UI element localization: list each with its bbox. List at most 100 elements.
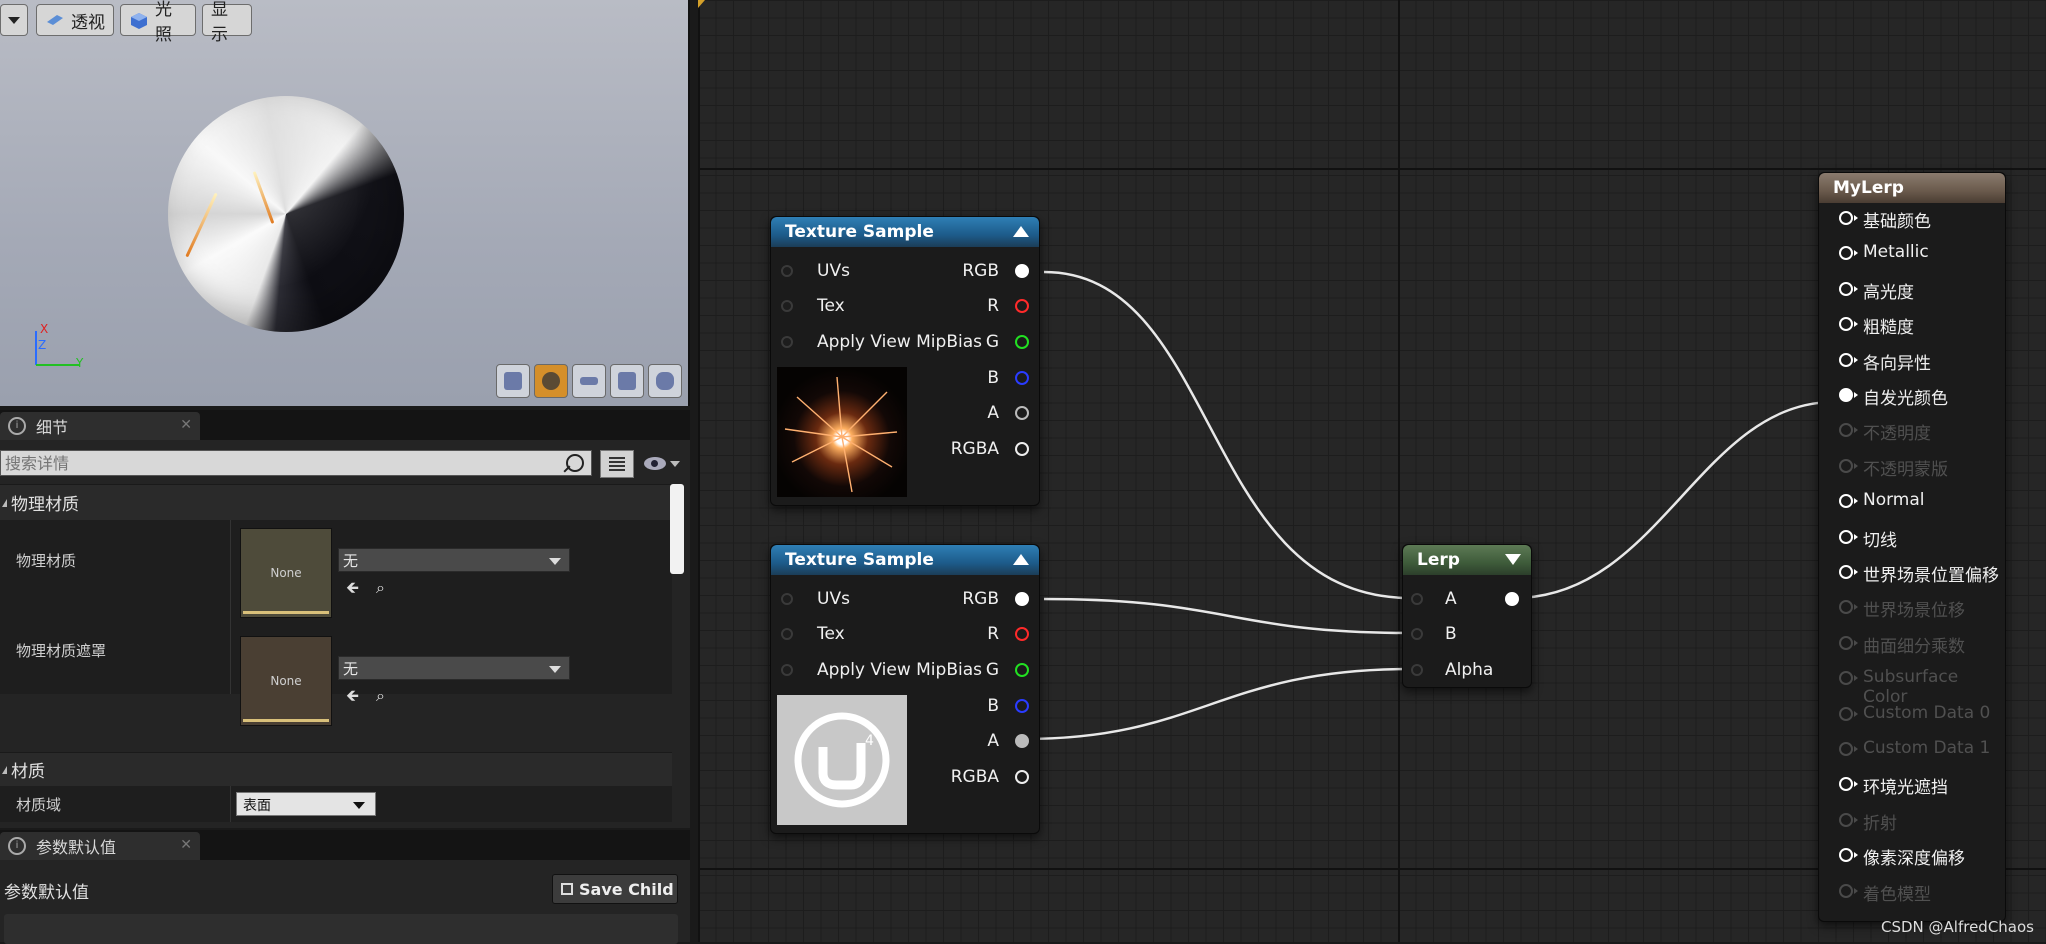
texture-sample-node-2[interactable]: Texture Sample UVs Tex Apply View MipBia…	[770, 544, 1040, 834]
axis-y-label: Y	[76, 356, 84, 370]
details-scrollbar[interactable]	[670, 484, 684, 574]
pin-label: RGB	[962, 589, 999, 609]
pin-icon	[1411, 664, 1423, 676]
input-pin-mipbias[interactable]: Apply View MipBias	[781, 660, 982, 680]
search-icon[interactable]	[566, 454, 584, 472]
viewport-options-dropdown[interactable]	[0, 4, 28, 36]
collapse-node-icon[interactable]	[1013, 554, 1029, 565]
view-options-button[interactable]	[640, 450, 686, 478]
output-pin-r[interactable]: R	[949, 296, 1029, 316]
perspective-button[interactable]: 透视	[36, 4, 114, 36]
result-pin-icon[interactable]	[1839, 352, 1858, 367]
result-pin-icon[interactable]	[1839, 458, 1858, 473]
params-tab[interactable]: i 参数默认值 ✕	[0, 832, 200, 860]
pin-icon	[1411, 628, 1423, 640]
result-pin-label: 粗糙度	[1863, 318, 1914, 339]
material-result-node[interactable]: MyLerp 基础颜色 Metallic 高光度 粗糙度 各向异性 自发光颜色 不透明度 不透…	[1818, 172, 2006, 922]
output-pin-r[interactable]: R	[949, 624, 1029, 644]
collapse-node-icon[interactable]	[1013, 226, 1029, 237]
details-search-input[interactable]	[0, 450, 592, 476]
output-pin-a[interactable]: A	[949, 403, 1029, 423]
output-pin-rgba[interactable]: RGBA	[949, 439, 1029, 459]
node-header[interactable]: Texture Sample	[771, 217, 1039, 247]
node-header[interactable]: Texture Sample	[771, 545, 1039, 575]
prop-row-phys-mask: 物理材质遮罩	[0, 604, 672, 694]
plane-preview-button[interactable]	[572, 364, 606, 398]
result-pin-icon[interactable]	[1839, 600, 1858, 615]
material-domain-combo[interactable]: 表面	[236, 792, 376, 816]
result-pin-icon[interactable]	[1839, 848, 1858, 863]
output-pin-b[interactable]: B	[949, 696, 1029, 716]
input-pin-a[interactable]: A	[1411, 589, 1521, 609]
result-pin-icon[interactable]	[1839, 706, 1858, 721]
lighting-button[interactable]: 光照	[120, 0, 196, 45]
result-pin-icon[interactable]	[1839, 565, 1858, 579]
browse-search-icon[interactable]: ⌕	[376, 580, 392, 596]
section-physical-material[interactable]: 物理材质	[0, 484, 672, 520]
output-pin-rgb[interactable]: RGB	[949, 261, 1029, 281]
result-pin-icon[interactable]	[1839, 812, 1858, 827]
input-pin-mipbias[interactable]: Apply View MipBias	[781, 332, 982, 352]
prop-label: 物理材质遮罩	[16, 642, 107, 660]
svg-text:4: 4	[865, 733, 874, 749]
use-selected-arrow-icon[interactable]: 🡸	[346, 688, 362, 704]
output-pin-b[interactable]: B	[949, 368, 1029, 388]
close-icon[interactable]: ✕	[180, 837, 192, 853]
cube-preview-button[interactable]	[610, 364, 644, 398]
asset-picker-combo[interactable]: 无	[338, 548, 570, 572]
node-title: Lerp	[1417, 550, 1460, 570]
result-pin-icon[interactable]	[1839, 317, 1858, 332]
close-icon[interactable]: ✕	[180, 417, 192, 433]
pin-icon	[1015, 734, 1029, 748]
material-preview-viewport[interactable]: 透视 光照 显示 X Z Y	[0, 0, 690, 406]
property-matrix-button[interactable]	[600, 450, 634, 478]
output-pin-g[interactable]: G	[949, 660, 1029, 680]
result-pin-icon[interactable]	[1839, 742, 1858, 756]
asset-picker-combo[interactable]: 无	[338, 656, 570, 680]
section-title: 材质	[11, 762, 45, 782]
result-pin-icon[interactable]	[1839, 635, 1858, 650]
output-pin-icon[interactable]	[1505, 592, 1519, 606]
node-title: Texture Sample	[785, 222, 934, 242]
asset-thumbnail[interactable]: None	[240, 636, 332, 726]
perspective-icon	[45, 12, 65, 28]
node-title: Texture Sample	[785, 550, 934, 570]
result-pin-icon[interactable]	[1839, 671, 1858, 686]
custom-mesh-preview-button[interactable]	[648, 364, 682, 398]
use-selected-arrow-icon[interactable]: 🡸	[346, 580, 362, 596]
result-pin-icon[interactable]	[1839, 529, 1858, 544]
lerp-node[interactable]: Lerp A B Alpha	[1402, 544, 1532, 688]
pin-icon	[781, 628, 793, 640]
result-pin-icon[interactable]	[1839, 494, 1858, 509]
pin-icon	[1015, 371, 1029, 385]
output-pin-g[interactable]: G	[949, 332, 1029, 352]
node-header[interactable]: MyLerp	[1819, 173, 2005, 203]
result-pin-icon[interactable]	[1839, 246, 1858, 261]
section-material[interactable]: 材质	[0, 752, 672, 786]
plane-icon	[580, 377, 598, 385]
show-button[interactable]: 显示	[202, 0, 252, 45]
cylinder-preview-button[interactable]	[496, 364, 530, 398]
collapse-node-icon[interactable]	[1505, 554, 1521, 565]
output-pin-rgba[interactable]: RGBA	[949, 767, 1029, 787]
result-pin-icon[interactable]	[1839, 281, 1858, 296]
info-icon: i	[8, 837, 26, 855]
pin-label: B	[987, 696, 999, 716]
result-pin-label: 切线	[1863, 530, 1897, 551]
output-pin-rgb[interactable]: RGB	[949, 589, 1029, 609]
result-pin-icon[interactable]	[1839, 883, 1858, 898]
result-pin-icon[interactable]	[1839, 211, 1858, 225]
preview-shape-toolbar	[496, 364, 682, 398]
asset-thumbnail[interactable]: None	[240, 528, 332, 618]
result-pin-icon[interactable]	[1839, 423, 1858, 438]
save-child-button[interactable]: Save Child	[552, 874, 678, 904]
details-tab[interactable]: i 细节 ✕	[0, 412, 200, 440]
info-icon: i	[8, 417, 26, 435]
texture-sample-node-1[interactable]: Texture Sample UVs Tex Apply View MipBia…	[770, 216, 1040, 506]
result-pin-icon[interactable]	[1839, 777, 1858, 792]
sphere-preview-button[interactable]	[534, 364, 568, 398]
result-pin-icon[interactable]	[1839, 388, 1858, 402]
output-pin-a[interactable]: A	[949, 731, 1029, 751]
browse-search-icon[interactable]: ⌕	[376, 688, 392, 704]
node-header[interactable]: Lerp	[1403, 545, 1531, 575]
